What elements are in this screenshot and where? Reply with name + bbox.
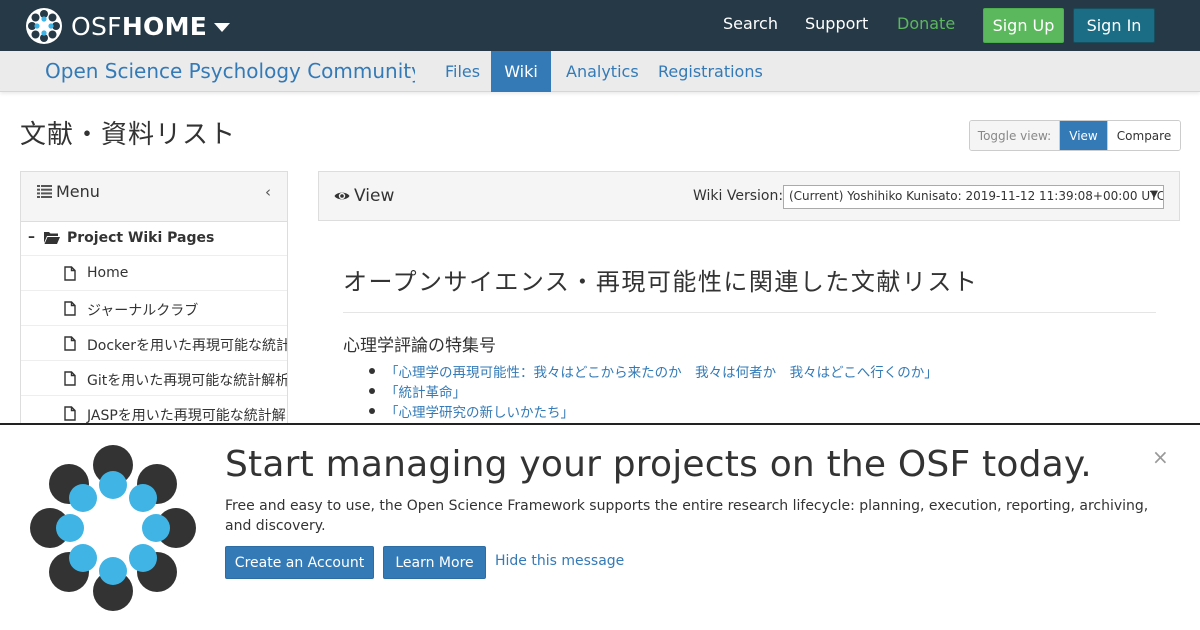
wiki-link-list: 「心理学の再現可能性：我々はどこから来たのか 我々は何者か 我々はどこへ行くのか…: [367, 361, 938, 421]
brand-text-bold: HOME: [121, 11, 208, 41]
toggle-compare-button[interactable]: Compare: [1107, 121, 1180, 150]
toggle-view-button[interactable]: View: [1060, 121, 1107, 150]
osf-logo-icon: [26, 8, 62, 44]
tab-wiki[interactable]: Wiki: [491, 51, 551, 92]
osf-logo-icon: [30, 445, 196, 611]
wiki-page-item[interactable]: Dockerを用いた再現可能な統計: [21, 326, 287, 361]
osf-home-brand[interactable]: OSFHOME: [26, 8, 231, 44]
chevron-left-icon[interactable]: ‹: [265, 183, 271, 201]
wiki-divider: [343, 312, 1156, 313]
brand-text-light: OSF: [71, 11, 122, 41]
file-icon: [64, 301, 76, 316]
banner-text: Free and easy to use, the Open Science F…: [225, 498, 1149, 534]
wiki-link-item[interactable]: 「統計革命」: [367, 381, 938, 401]
wiki-page-item[interactable]: Home: [21, 256, 287, 291]
wiki-page-label: JASPを用いた再現可能な統計解: [87, 408, 286, 424]
hide-message-link[interactable]: Hide this message: [495, 553, 624, 569]
wiki-heading: オープンサイエンス・再現可能性に関連した文献リスト: [343, 268, 979, 296]
top-navbar: OSFHOME Search Support Donate Sign Up Si…: [0, 0, 1200, 51]
wiki-subheading: 心理学評論の特集号: [343, 336, 496, 356]
nav-search-link[interactable]: Search: [723, 14, 778, 33]
brand-text: OSFHOME: [71, 12, 207, 41]
wiki-page-label: ジャーナルクラブ: [87, 303, 199, 319]
close-icon[interactable]: ×: [1152, 445, 1169, 469]
banner-title: Start managing your projects on the OSF …: [225, 444, 1092, 485]
file-icon: [64, 406, 76, 421]
list-icon: [37, 185, 52, 198]
folder-open-icon: [44, 232, 60, 244]
wiki-page-label: Home: [87, 265, 129, 281]
nav-support-link[interactable]: Support: [805, 14, 868, 33]
caret-down-icon[interactable]: [214, 23, 231, 32]
wiki-link[interactable]: 「心理学研究の新しいかたち」: [385, 405, 574, 421]
wiki-page-item[interactable]: Gitを用いた再現可能な統計解析: [21, 361, 287, 396]
tree-root-label: Project Wiki Pages: [67, 230, 215, 246]
wiki-link[interactable]: 「統計革命」: [385, 385, 466, 401]
toggle-view-group: Toggle view: View Compare: [969, 120, 1181, 151]
wiki-version-select[interactable]: (Current) Yoshihiko Kunisato: 2019-11-12…: [783, 185, 1164, 209]
wiki-link[interactable]: 「心理学の再現可能性：我々はどこから来たのか 我々は何者か 我々はどこへ行くのか…: [385, 365, 938, 381]
menu-header: Menu ‹: [21, 172, 287, 222]
tab-files[interactable]: Files: [430, 51, 495, 92]
wiki-version-value: (Current) Yoshihiko Kunisato: 2019-11-12…: [789, 189, 1164, 203]
collapse-minus-icon[interactable]: –: [28, 229, 35, 245]
file-icon: [64, 266, 76, 281]
nav-donate-link[interactable]: Donate: [897, 14, 955, 33]
wiki-version-label: Wiki Version:: [693, 188, 784, 204]
sign-in-button[interactable]: Sign In: [1073, 8, 1155, 43]
project-title-link[interactable]: Open Science Psychology Community i...: [45, 59, 415, 83]
menu-title: Menu: [56, 182, 100, 201]
wiki-page-label: Gitを用いた再現可能な統計解析: [87, 373, 288, 389]
project-wiki-pages-node[interactable]: – Project Wiki Pages: [21, 222, 287, 256]
wiki-link-item[interactable]: 「心理学研究の新しいかたち」: [367, 401, 938, 421]
wiki-view-panel-header: View Wiki Version: (Current) Yoshihiko K…: [318, 171, 1180, 221]
wiki-page-label: Dockerを用いた再現可能な統計: [87, 338, 288, 354]
sign-up-button[interactable]: Sign Up: [983, 8, 1064, 43]
toggle-view-label: Toggle view:: [970, 121, 1060, 150]
wiki-menu-panel: Menu ‹ – Project Wiki Pages Home ジャーナルクラ…: [20, 171, 288, 431]
bullet: [369, 368, 375, 374]
page-title: 文献・資料リスト: [20, 120, 237, 150]
tab-registrations[interactable]: Registrations: [643, 51, 778, 92]
file-icon: [64, 336, 76, 351]
wiki-page-item[interactable]: ジャーナルクラブ: [21, 291, 287, 326]
bullet: [369, 408, 375, 414]
file-icon: [64, 371, 76, 386]
learn-more-button[interactable]: Learn More: [383, 546, 486, 579]
select-caret-icon: ▼: [1150, 189, 1158, 200]
bullet: [369, 388, 375, 394]
eye-icon: [334, 192, 350, 200]
project-subnav: Open Science Psychology Community i... F…: [0, 51, 1200, 92]
tab-analytics[interactable]: Analytics: [551, 51, 654, 92]
create-account-button[interactable]: Create an Account: [225, 546, 374, 579]
wiki-link-item[interactable]: 「心理学の再現可能性：我々はどこから来たのか 我々は何者か 我々はどこへ行くのか…: [367, 361, 938, 381]
view-panel-title: View: [354, 186, 395, 206]
signup-banner: Start managing your projects on the OSF …: [0, 423, 1200, 630]
